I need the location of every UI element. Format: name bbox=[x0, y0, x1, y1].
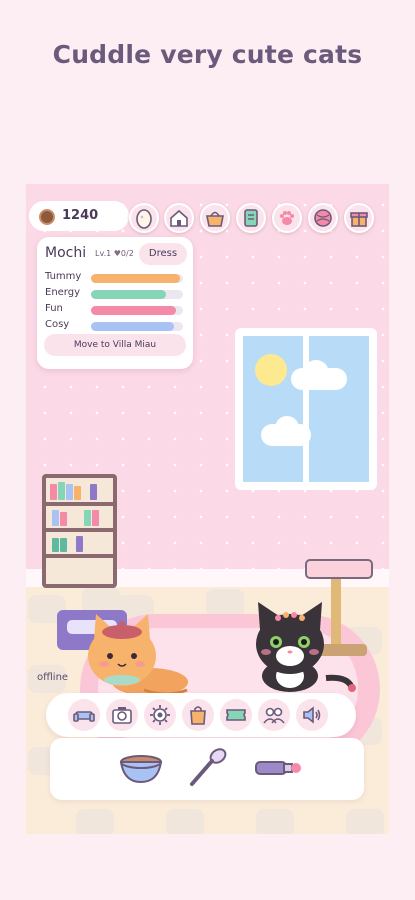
spoon-icon[interactable] bbox=[184, 746, 230, 790]
action-toolbar bbox=[46, 693, 356, 737]
shop-bag-icon[interactable] bbox=[182, 699, 214, 731]
stat-label-energy: Energy bbox=[45, 287, 81, 298]
stat-bar-energy bbox=[91, 290, 183, 299]
move-to-villa-button[interactable]: Move to Villa Miau bbox=[44, 334, 186, 356]
sun-icon bbox=[255, 354, 287, 386]
scratching-post[interactable] bbox=[305, 559, 373, 579]
ticket-icon[interactable] bbox=[220, 699, 252, 731]
orange-cat[interactable] bbox=[82, 610, 192, 700]
yarn-ball-icon[interactable] bbox=[308, 203, 338, 233]
paw-icon[interactable] bbox=[272, 203, 302, 233]
gift-icon[interactable] bbox=[344, 203, 374, 233]
cat-name: Mochi bbox=[45, 245, 87, 261]
game-scene[interactable]: offline 1240 Mochi Lv.1 ♥0/2 Dress Tummy… bbox=[26, 184, 389, 834]
heart-icon: ♥ bbox=[113, 249, 121, 258]
stat-label-cosy: Cosy bbox=[45, 319, 70, 330]
item-tray bbox=[50, 738, 364, 800]
black-cat[interactable] bbox=[248, 598, 358, 698]
offline-label: offline bbox=[37, 672, 69, 683]
stat-label-fun: Fun bbox=[45, 303, 63, 314]
page-headline: Cuddle very cute cats bbox=[52, 40, 363, 69]
camera-icon[interactable] bbox=[106, 699, 138, 731]
stat-bar-tummy bbox=[91, 274, 183, 283]
home-icon[interactable] bbox=[164, 203, 194, 233]
stat-label-tummy: Tummy bbox=[45, 271, 82, 282]
stat-bar-fun bbox=[91, 306, 183, 315]
coin-counter[interactable]: 1240 bbox=[29, 201, 129, 231]
sound-icon[interactable] bbox=[296, 699, 328, 731]
coin-icon bbox=[39, 209, 55, 225]
book-icon[interactable] bbox=[236, 203, 266, 233]
cat-info-panel: Mochi Lv.1 ♥0/2 Dress Tummy Energy Fun C… bbox=[37, 237, 193, 369]
dress-button[interactable]: Dress bbox=[139, 243, 187, 265]
window bbox=[235, 328, 377, 490]
settings-gear-icon[interactable] bbox=[144, 699, 176, 731]
sofa-icon[interactable] bbox=[68, 699, 100, 731]
food-bowl-icon[interactable] bbox=[118, 752, 164, 786]
friends-icon[interactable] bbox=[258, 699, 290, 731]
basket-icon[interactable] bbox=[200, 203, 230, 233]
cat-level: Lv.1 ♥0/2 bbox=[95, 249, 134, 258]
pen-toy-icon[interactable] bbox=[252, 756, 304, 780]
stat-bar-cosy bbox=[91, 322, 183, 331]
coin-amount: 1240 bbox=[62, 208, 99, 223]
egg-icon[interactable] bbox=[129, 203, 159, 233]
bookshelf bbox=[42, 474, 117, 588]
